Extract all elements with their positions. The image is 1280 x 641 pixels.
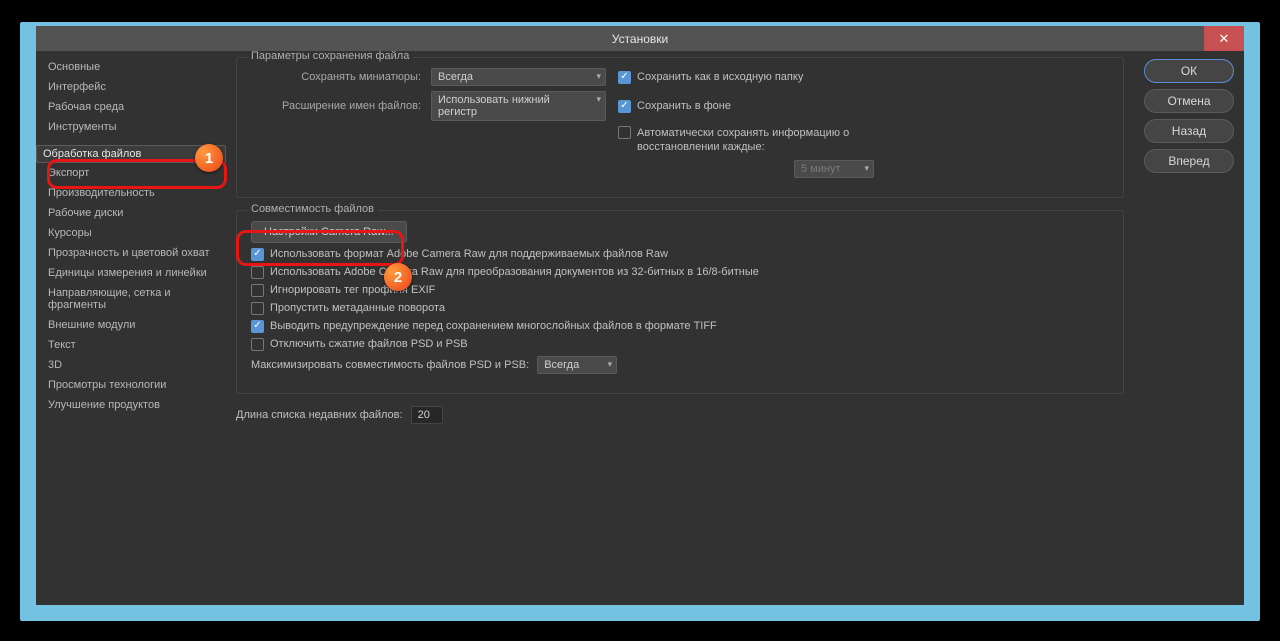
cancel-button[interactable]: Отмена xyxy=(1144,89,1234,113)
sidebar-item-general[interactable]: Основные xyxy=(36,57,226,77)
tiff-warning-checkbox[interactable] xyxy=(251,320,264,333)
sidebar-item-plugins[interactable]: Внешние модули xyxy=(36,315,226,335)
group-title: Параметры сохранения файла xyxy=(247,51,413,62)
ok-button[interactable]: ОК xyxy=(1144,59,1234,83)
extension-select[interactable]: Использовать нижний регистр xyxy=(431,91,606,121)
sidebar-item-hidden[interactable] xyxy=(36,137,226,145)
sidebar-item-file-handling[interactable]: Обработка файлов xyxy=(36,145,226,163)
sidebar-item-type[interactable]: Текст xyxy=(36,335,226,355)
sidebar-item-transparency[interactable]: Прозрачность и цветовой охват xyxy=(36,243,226,263)
save-background-checkbox[interactable] xyxy=(618,100,631,113)
extension-label: Расширение имен файлов: xyxy=(251,100,431,112)
window-title: Установки xyxy=(612,32,668,46)
save-original-checkbox[interactable] xyxy=(618,71,631,84)
sidebar: Основные Интерфейс Рабочая среда Инструм… xyxy=(36,51,226,605)
sidebar-item-scratch[interactable]: Рабочие диски xyxy=(36,203,226,223)
sidebar-item-guides[interactable]: Направляющие, сетка и фрагменты xyxy=(36,283,226,315)
close-button[interactable]: ✕ xyxy=(1204,26,1244,51)
close-icon: ✕ xyxy=(1219,31,1230,47)
next-button[interactable]: Вперед xyxy=(1144,149,1234,173)
use-acr-supported-checkbox[interactable] xyxy=(251,248,264,261)
preferences-dialog: Установки ✕ Основные Интерфейс Рабочая с… xyxy=(36,26,1244,605)
recent-files-input[interactable] xyxy=(411,406,443,424)
disable-psd-compression-checkbox[interactable] xyxy=(251,338,264,351)
sidebar-item-performance[interactable]: Производительность xyxy=(36,183,226,203)
right-buttons: ОК Отмена Назад Вперед xyxy=(1134,51,1244,605)
sidebar-item-tech-previews[interactable]: Просмотры технологии xyxy=(36,375,226,395)
autosave-interval-select[interactable]: 5 минут xyxy=(794,160,874,178)
titlebar: Установки ✕ xyxy=(36,26,1244,51)
save-original-label: Сохранить как в исходную папку xyxy=(637,71,803,83)
sidebar-item-3d[interactable]: 3D xyxy=(36,355,226,375)
recent-files-label: Длина списка недавних файлов: xyxy=(236,409,403,421)
sidebar-item-tools[interactable]: Инструменты xyxy=(36,117,226,137)
ignore-exif-checkbox[interactable] xyxy=(251,284,264,297)
file-compatibility-group: Совместимость файлов Настройки Camera Ra… xyxy=(236,210,1124,394)
sidebar-item-workspace[interactable]: Рабочая среда xyxy=(36,97,226,117)
sidebar-item-units[interactable]: Единицы измерения и линейки xyxy=(36,263,226,283)
thumbnail-label: Сохранять миниатюры: xyxy=(251,71,431,83)
thumbnail-select[interactable]: Всегда xyxy=(431,68,606,86)
autosave-checkbox[interactable] xyxy=(618,126,631,139)
skip-rotation-checkbox[interactable] xyxy=(251,302,264,315)
group-title-compat: Совместимость файлов xyxy=(247,203,378,215)
sidebar-item-interface[interactable]: Интерфейс xyxy=(36,77,226,97)
use-acr-convert-checkbox[interactable] xyxy=(251,266,264,279)
max-compat-label: Максимизировать совместимость файлов PSD… xyxy=(251,359,529,371)
main-panel: Параметры сохранения файла Сохранять мин… xyxy=(226,51,1134,605)
sidebar-item-product-improvement[interactable]: Улучшение продуктов xyxy=(36,395,226,415)
save-background-label: Сохранить в фоне xyxy=(637,100,731,112)
autosave-label: Автоматически сохранять информацию о вос… xyxy=(637,126,867,155)
sidebar-item-export[interactable]: Экспорт xyxy=(36,163,226,183)
prev-button[interactable]: Назад xyxy=(1144,119,1234,143)
file-saving-group: Параметры сохранения файла Сохранять мин… xyxy=(236,57,1124,198)
camera-raw-settings-button[interactable]: Настройки Camera Raw... xyxy=(251,221,407,243)
max-compat-select[interactable]: Всегда xyxy=(537,356,617,374)
sidebar-item-cursors[interactable]: Курсоры xyxy=(36,223,226,243)
